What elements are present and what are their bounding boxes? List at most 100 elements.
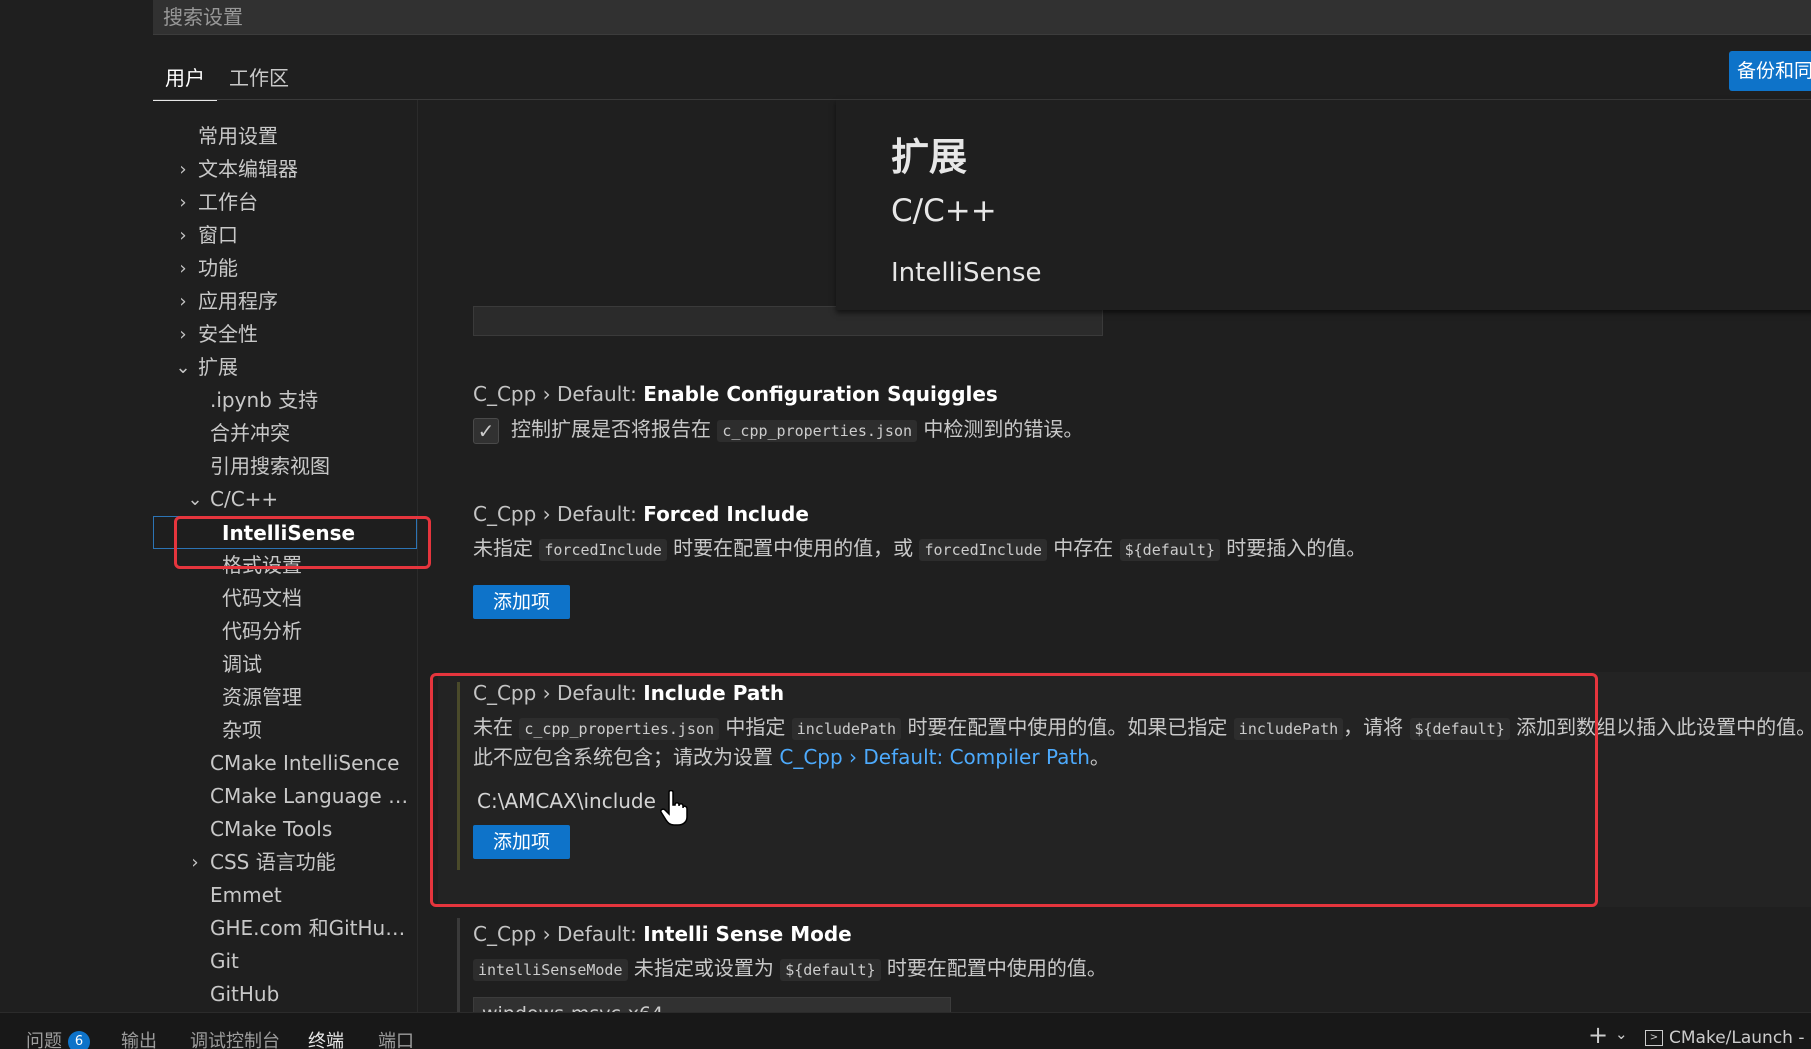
toc-item-cpp[interactable]: ⌄ C/C++ <box>153 483 417 516</box>
desc-text: 未指定 <box>473 536 533 560</box>
toc-item-workbench[interactable]: › 工作台 <box>153 186 417 219</box>
inline-code: c_cpp_properties.json <box>717 420 918 442</box>
previous-setting-input[interactable] <box>473 306 1103 336</box>
setting-forced-include: C_Cpp › Default: Forced Include 未指定 forc… <box>473 501 1803 619</box>
toc-item-label: 窗口 <box>198 223 238 247</box>
toc-item-cmake-intellisence[interactable]: CMake IntelliSence <box>153 747 417 780</box>
desc-text: 控制扩展是否将报告在 <box>511 417 711 441</box>
toc-item-label: 文本编辑器 <box>198 157 298 181</box>
toc-item-code-analysis[interactable]: 代码分析 <box>153 615 417 648</box>
terminal-instance[interactable]: > CMake/Launch - t <box>1645 1027 1811 1049</box>
chevron-down-icon: ⌄ <box>187 489 203 510</box>
toc-item-label: 调试 <box>222 652 262 676</box>
add-terminal-icon[interactable]: + <box>1588 1021 1608 1049</box>
toc-item-text-editor[interactable]: › 文本编辑器 <box>153 153 417 186</box>
toc-item-label: 应用程序 <box>198 289 278 313</box>
toc-item-extensions[interactable]: ⌄ 扩展 <box>153 351 417 384</box>
content-header: 扩展 C/C++ IntelliSense <box>836 100 1811 310</box>
toc-item-label: CSS 语言功能 <box>210 850 336 874</box>
setting-name: Enable Configuration Squiggles <box>643 382 998 406</box>
setting-name: Intelli Sense Mode <box>643 922 852 946</box>
desc-text: 中检测到的错误。 <box>923 417 1084 441</box>
setting-left-border <box>457 918 460 1012</box>
chevron-right-icon: › <box>179 258 187 279</box>
toc-item-emmet[interactable]: Emmet <box>153 879 417 912</box>
toc-item-application[interactable]: › 应用程序 <box>153 285 417 318</box>
toc-item-label: 代码文档 <box>222 586 302 610</box>
highlight-box-include-path <box>430 673 1598 907</box>
subsection-title: C/C++ <box>891 193 997 229</box>
toc-item-github[interactable]: GitHub <box>153 978 417 1011</box>
toc-item-git[interactable]: Git <box>153 945 417 978</box>
toc-item-common[interactable]: 常用设置 <box>153 120 417 153</box>
toc-item-security[interactable]: › 安全性 <box>153 318 417 351</box>
bottom-panel-bar: 问题 6 输出 调试控制台 终端 端口 + ⌄ > CMake/Launch - t <box>0 1012 1811 1049</box>
chevron-down-icon[interactable]: ⌄ <box>1615 1025 1628 1043</box>
intellisense-mode-select[interactable]: windows-msvc-x64 <box>473 997 951 1012</box>
toc-item-label: Emmet <box>210 883 282 907</box>
toc-item-merge-conflict[interactable]: 合并冲突 <box>153 417 417 450</box>
toc-item-references-view[interactable]: 引用搜索视图 <box>153 450 417 483</box>
setting-description: 未指定 forcedInclude 时要在配置中使用的值，或 forcedInc… <box>473 534 1803 564</box>
toc-item-cmake-tools[interactable]: CMake Tools <box>153 813 417 846</box>
inline-code: ${default} <box>780 959 881 981</box>
toc-item-label: 功能 <box>198 256 238 280</box>
toc-item-label: 工作台 <box>198 190 258 214</box>
chevron-right-icon: › <box>191 852 199 873</box>
forced-include-add-button[interactable]: 添加项 <box>473 585 571 619</box>
toc-item-features[interactable]: › 功能 <box>153 252 417 285</box>
inline-code: intelliSenseMode <box>473 959 628 981</box>
desc-text: 时要在配置中使用的值，或 <box>673 536 914 560</box>
problems-count-badge: 6 <box>68 1031 90 1049</box>
highlight-box-toc <box>174 516 431 569</box>
setting-title: C_Cpp › Default: Intelli Sense Mode <box>473 921 1803 947</box>
chevron-right-icon: › <box>179 291 187 312</box>
toc-item-label: GitHub <box>210 982 280 1006</box>
setting-category: C_Cpp › Default: <box>473 502 644 526</box>
panel-tab-output[interactable]: 输出 <box>121 1027 157 1049</box>
chevron-right-icon: › <box>179 192 187 213</box>
panel-tab-label: 问题 <box>26 1031 62 1049</box>
group-title: IntelliSense <box>891 258 1042 288</box>
tab-user[interactable]: 用户 <box>153 56 217 101</box>
toc-item-ipynb[interactable]: .ipynb 支持 <box>153 384 417 417</box>
toc-item-label: 杂项 <box>222 718 262 742</box>
scope-tabs: 用户 工作区 <box>153 56 301 101</box>
squiggles-checkbox[interactable]: ✓ <box>473 417 499 444</box>
toc-item-code-docs[interactable]: 代码文档 <box>153 582 417 615</box>
toc-item-ghe[interactable]: GHE.com 和GitHub En... <box>153 912 417 945</box>
setting-description: ✓ 控制扩展是否将报告在 c_cpp_properties.json 中检测到的错… <box>473 415 1803 445</box>
toc-item-label: CMake Language Sup... <box>210 784 417 808</box>
toc-item-debugging[interactable]: 调试 <box>153 648 417 681</box>
inline-code: forcedInclude <box>919 539 1047 561</box>
toc-item-label: 安全性 <box>198 322 258 346</box>
inline-code: ${default} <box>1119 539 1220 561</box>
setting-intellisense-mode: C_Cpp › Default: Intelli Sense Mode inte… <box>473 921 1803 1012</box>
toc-item-label: GHE.com 和GitHub En... <box>210 916 417 940</box>
setting-title: C_Cpp › Default: Forced Include <box>473 501 1803 527</box>
panel-tab-debug-console[interactable]: 调试控制台 <box>190 1027 280 1049</box>
setting-category: C_Cpp › Default: <box>473 922 644 946</box>
setting-name: Forced Include <box>643 502 809 526</box>
toc-item-window[interactable]: › 窗口 <box>153 219 417 252</box>
desc-text: 时要插入的值。 <box>1226 536 1367 560</box>
setting-enable-config-squiggles: C_Cpp › Default: Enable Configuration Sq… <box>473 381 1803 445</box>
chevron-right-icon: › <box>179 159 187 180</box>
toc-item-label: CMake IntelliSence <box>210 751 400 775</box>
tab-workspace[interactable]: 工作区 <box>217 56 301 101</box>
setting-category: C_Cpp › Default: <box>473 382 644 406</box>
toc-item-label: .ipynb 支持 <box>210 388 319 412</box>
panel-tab-terminal[interactable]: 终端 <box>308 1027 344 1049</box>
hand-pointer-icon <box>660 790 688 826</box>
toc-item-css[interactable]: › CSS 语言功能 <box>153 846 417 879</box>
toc-item-cmake-language-support[interactable]: CMake Language Sup... <box>153 780 417 813</box>
inline-code: forcedInclude <box>539 539 667 561</box>
panel-tab-problems[interactable]: 问题 6 <box>26 1027 90 1049</box>
desc-text: 中存在 <box>1053 536 1114 560</box>
terminal-icon: > <box>1645 1030 1663 1046</box>
panel-tab-ports[interactable]: 端口 <box>378 1027 414 1049</box>
toc-item-resource-management[interactable]: 资源管理 <box>153 681 417 714</box>
chevron-down-icon: ⌄ <box>175 357 191 378</box>
toc-item-misc[interactable]: 杂项 <box>153 714 417 747</box>
toc-item-label: 合并冲突 <box>210 421 290 445</box>
